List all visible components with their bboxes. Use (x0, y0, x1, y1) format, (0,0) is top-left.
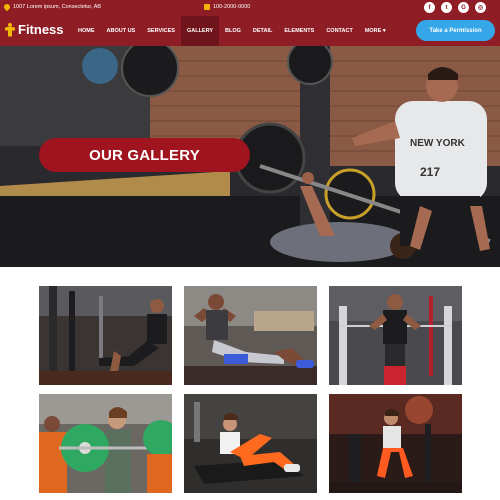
main-navbar: Fitness HOME ABOUT US SERVICES GALLERY B… (0, 16, 500, 46)
gallery-photo (184, 394, 317, 493)
nav-item-gallery[interactable]: GALLERY (180, 16, 220, 46)
page-title: OUR GALLERY (39, 138, 250, 172)
gallery-photo (39, 394, 172, 493)
gallery-item[interactable] (329, 286, 462, 385)
phone-text: 100-2000-0000 (213, 4, 251, 10)
gallery-item[interactable] (39, 394, 172, 493)
gallery-photo (184, 286, 317, 385)
nav-item-blog[interactable]: BLOG (219, 16, 247, 46)
svg-text:NEW YORK: NEW YORK (410, 138, 466, 149)
nav-item-elements[interactable]: ELEMENTS (278, 16, 320, 46)
nav-item-more[interactable]: MORE ▾ (359, 16, 392, 46)
gallery-item[interactable] (39, 286, 172, 385)
nav-item-detail[interactable]: DETAIL (247, 16, 278, 46)
facebook-icon[interactable]: f (424, 2, 435, 13)
map-pin-icon (2, 2, 12, 12)
instagram-icon[interactable]: ◎ (475, 2, 486, 13)
gallery-item[interactable] (184, 394, 317, 493)
brand-name: Fitness (18, 22, 64, 37)
gallery-photo (39, 286, 172, 385)
nav-item-contact[interactable]: CONTACT (320, 16, 358, 46)
nav-menu: HOME ABOUT US SERVICES GALLERY BLOG DETA… (72, 16, 392, 46)
gallery-item[interactable] (329, 394, 462, 493)
gallery-photo (329, 286, 462, 385)
fitness-figure-icon (5, 22, 15, 37)
address-info: 1007 Lorem ipsum, Consectetur, AB (2, 2, 102, 12)
gallery-item[interactable] (184, 286, 317, 385)
phone-icon (204, 4, 210, 10)
social-links: f t G ◎ (424, 2, 486, 13)
nav-item-services[interactable]: SERVICES (141, 16, 181, 46)
phone-info: 100-2000-0000 (204, 4, 250, 10)
svg-text:217: 217 (420, 165, 440, 179)
address-text: 1007 Lorem ipsum, Consectetur, AB (13, 4, 102, 10)
logo[interactable]: Fitness (5, 22, 64, 37)
nav-item-home[interactable]: HOME (72, 16, 101, 46)
take-permission-button[interactable]: Take a Permission (416, 20, 495, 41)
top-info-bar: 1007 Lorem ipsum, Consectetur, AB 100-20… (0, 0, 500, 16)
hero-banner: NEW YORK 217 OUR GALLERY (0, 46, 500, 267)
twitter-icon[interactable]: t (441, 2, 452, 13)
gallery-photo (329, 394, 462, 493)
google-plus-icon[interactable]: G (458, 2, 469, 13)
nav-item-about-us[interactable]: ABOUT US (101, 16, 142, 46)
